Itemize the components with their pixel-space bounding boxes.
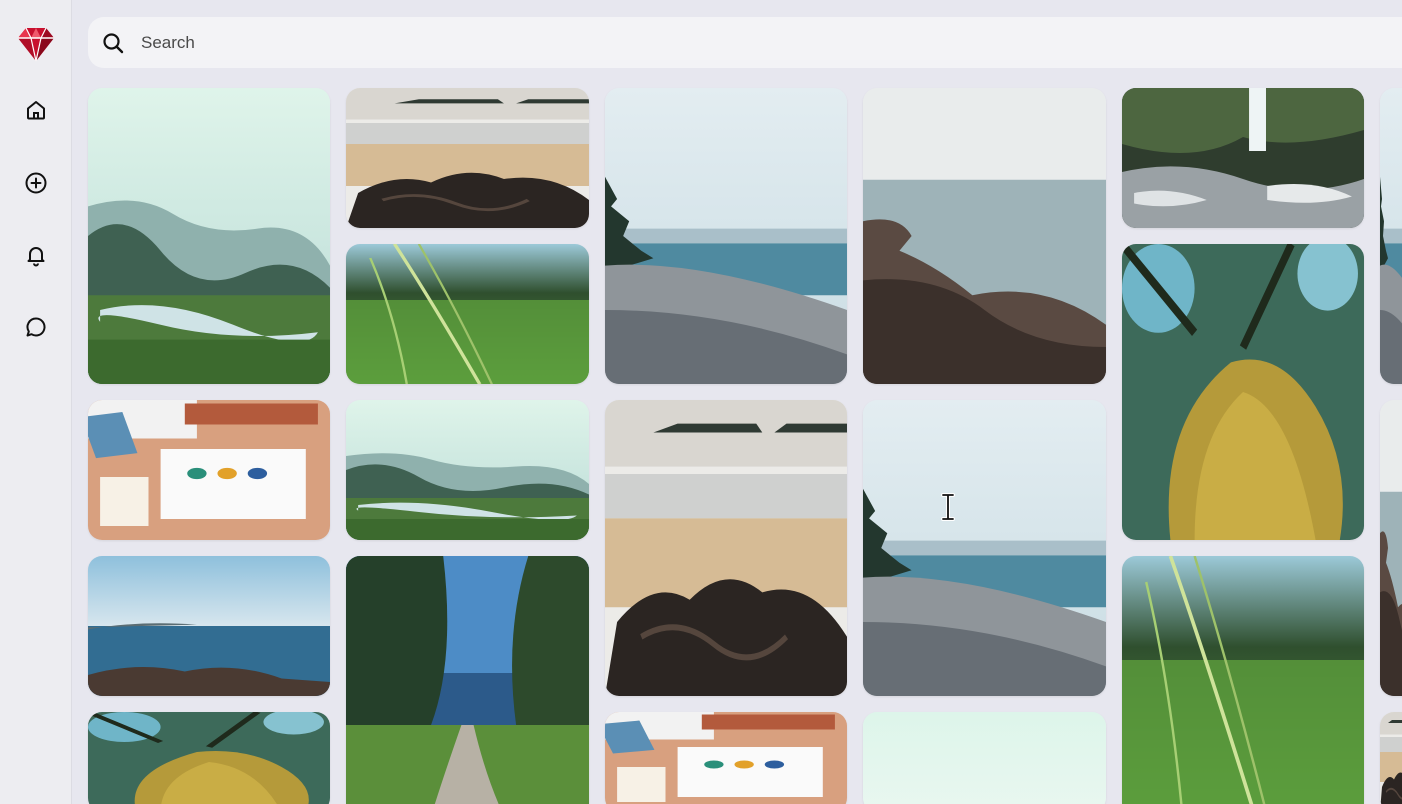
- pin-card-rocky-coast-trees[interactable]: [605, 88, 847, 384]
- pin-card-forest-path[interactable]: [346, 556, 589, 804]
- pin-card-sea-horizon-rocks[interactable]: [88, 556, 330, 696]
- pin-image: [1122, 244, 1364, 540]
- pin-feed: [0, 0, 1402, 804]
- pin-image: [88, 400, 330, 540]
- pin-card-partial-column-low[interactable]: [1380, 712, 1402, 804]
- pin-card-pale-sky[interactable]: [863, 712, 1106, 804]
- pin-image: [605, 400, 847, 696]
- pin-card-mossy-rock-closeup[interactable]: [1122, 244, 1364, 540]
- pin-image: [863, 712, 1106, 804]
- pin-card-rocky-sea-cliff[interactable]: [863, 88, 1106, 384]
- pin-image: [88, 556, 330, 696]
- pin-image: [1380, 400, 1402, 696]
- pin-image: [88, 712, 330, 804]
- pin-image: [1380, 88, 1402, 384]
- pin-card-desk-flatlay[interactable]: [88, 400, 330, 540]
- pin-card-blurred-grass-closeup[interactable]: [1122, 556, 1364, 804]
- pin-card-grass-closeup[interactable]: [346, 244, 589, 384]
- pin-image: [346, 88, 589, 228]
- pin-card-coast-pebbles[interactable]: [863, 400, 1106, 696]
- pin-card-partial-column-mid[interactable]: [1380, 400, 1402, 696]
- pin-card-river-valley-mist[interactable]: [88, 88, 330, 384]
- pin-card-desk-flatlay-crop[interactable]: [605, 712, 847, 804]
- pin-image: [1122, 88, 1364, 228]
- pin-image: [1122, 556, 1364, 804]
- pin-image: [346, 244, 589, 384]
- pin-image: [863, 88, 1106, 384]
- pin-card-beach-rocks-tall[interactable]: [605, 400, 847, 696]
- pin-image: [605, 88, 847, 384]
- pin-image: [88, 88, 330, 384]
- pin-image: [863, 400, 1106, 696]
- pin-image: [346, 556, 589, 804]
- pin-image: [346, 400, 589, 540]
- pin-card-beach-rocks-shore[interactable]: [346, 88, 589, 228]
- pin-card-river-valley-small[interactable]: [346, 400, 589, 540]
- pin-card-partial-column-top[interactable]: [1380, 88, 1402, 384]
- pin-image: [1380, 712, 1402, 804]
- pin-image: [605, 712, 847, 804]
- pin-card-mossy-rock-crop[interactable]: [88, 712, 330, 804]
- pin-card-mountain-waterfall[interactable]: [1122, 88, 1364, 228]
